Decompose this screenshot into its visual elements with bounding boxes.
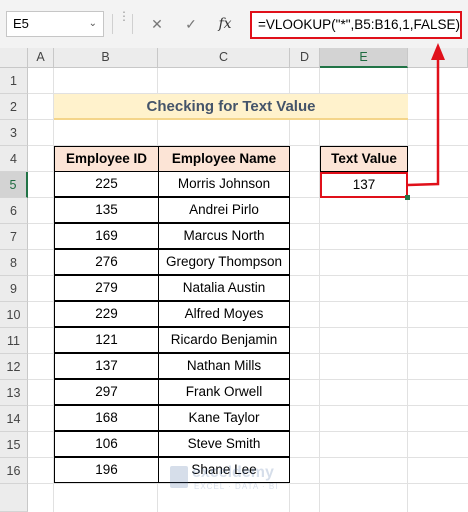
arrow-line [407, 56, 440, 187]
annotation-arrow [407, 43, 445, 187]
arrow-head-icon [431, 43, 445, 60]
